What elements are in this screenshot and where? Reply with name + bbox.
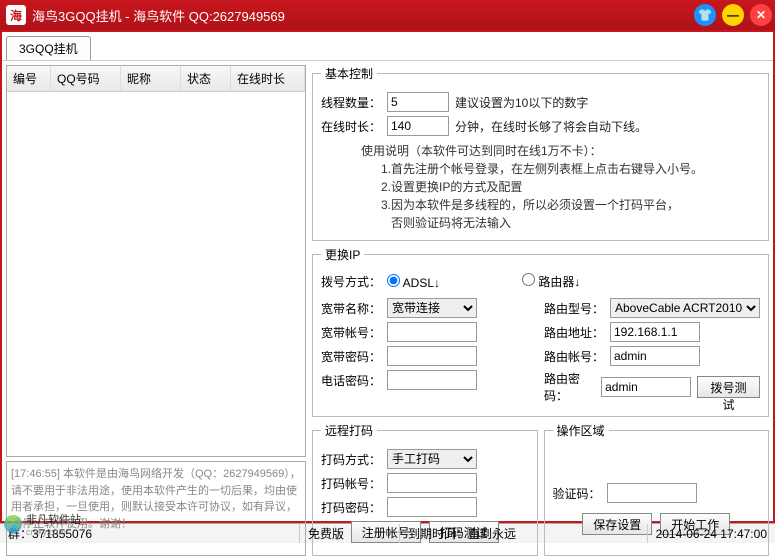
routerpass-input[interactable] xyxy=(601,377,691,397)
tab-3gqq[interactable]: 3GQQ挂机 xyxy=(6,36,91,60)
status-bar: 群：371855076 免费版 到期时间：直到永远 2014-06-24 17:… xyxy=(0,523,775,543)
col-online[interactable]: 在线时长 xyxy=(231,66,305,91)
ip-legend: 更换IP xyxy=(321,246,364,263)
minimize-button[interactable]: — xyxy=(722,4,744,26)
routeruser-label: 路由帐号： xyxy=(544,348,604,365)
thread-label: 线程数量： xyxy=(321,94,381,111)
dama-pass-label: 打码密码： xyxy=(321,499,381,516)
app-logo-icon: 海 xyxy=(6,5,26,25)
routermodel-label: 路由型号： xyxy=(544,300,604,317)
basic-control-group: 基本控制 线程数量： 建议设置为10以下的数字 在线时长： 分钟，在线时长够了将… xyxy=(312,65,769,241)
online-label: 在线时长： xyxy=(321,118,381,135)
instr-title: 使用说明（本软件可达到同时在线1万不卡）： xyxy=(361,142,760,160)
adsl-label: ADSL↓ xyxy=(403,276,440,290)
online-hint: 分钟，在线时长够了将会自动下线。 xyxy=(455,118,647,135)
change-ip-group: 更换IP 拨号方式： ADSL↓ 路由器↓ 宽带名称： 宽带连接 宽带帐号： 宽带… xyxy=(312,246,769,417)
close-button[interactable]: ✕ xyxy=(750,4,772,26)
router-label: 路由器↓ xyxy=(538,275,580,289)
col-index[interactable]: 编号 xyxy=(7,66,51,91)
dama-legend: 远程打码 xyxy=(321,422,377,439)
routeraddr-label: 路由地址： xyxy=(544,324,604,341)
instructions: 使用说明（本软件可达到同时在线1万不卡）： 1.首先注册个帐号登录，在左侧列表框… xyxy=(361,142,760,232)
routermodel-select[interactable]: AboveCable ACRT2010-11 xyxy=(610,298,760,318)
dama-mode-label: 打码方式： xyxy=(321,451,381,468)
bbuser-label: 宽带帐号： xyxy=(321,324,381,341)
adsl-radio[interactable]: ADSL↓ xyxy=(387,274,440,290)
status-edition: 免费版 xyxy=(300,524,400,543)
grid-header: 编号 QQ号码 昵称 状态 在线时长 xyxy=(7,66,305,92)
status-datetime: 2014-06-24 17:47:00 xyxy=(648,524,775,543)
captcha-input[interactable] xyxy=(607,483,697,503)
instr-2: 2.设置更换IP的方式及配置 xyxy=(381,178,760,196)
ops-legend: 操作区域 xyxy=(553,422,609,439)
dial-test-button[interactable]: 拨号测试 xyxy=(697,376,760,398)
instr-3: 3.因为本软件是多线程的，所以必须设置一个打码平台， xyxy=(381,196,760,214)
dial-mode-label: 拨号方式： xyxy=(321,273,381,290)
dama-pass-input[interactable] xyxy=(387,497,477,517)
phone-label: 电话密码： xyxy=(321,372,381,389)
col-qq[interactable]: QQ号码 xyxy=(51,66,121,91)
titlebar: 海 海鸟3GQQ挂机 - 海鸟软件 QQ:2627949569 👕 — ✕ xyxy=(0,0,775,30)
router-radio[interactable]: 路由器↓ xyxy=(522,273,580,290)
skin-button[interactable]: 👕 xyxy=(694,4,716,26)
bbuser-input[interactable] xyxy=(387,322,477,342)
col-nick[interactable]: 昵称 xyxy=(121,66,181,91)
basic-legend: 基本控制 xyxy=(321,65,377,82)
status-expiry: 到期时间：直到永远 xyxy=(400,524,648,543)
tab-bar: 3GQQ挂机 xyxy=(2,32,773,61)
account-grid[interactable]: 编号 QQ号码 昵称 状态 在线时长 xyxy=(6,65,306,457)
dama-user-input[interactable] xyxy=(387,473,477,493)
col-status[interactable]: 状态 xyxy=(181,66,231,91)
connname-select[interactable]: 宽带连接 xyxy=(387,298,477,318)
bbpass-label: 宽带密码： xyxy=(321,348,381,365)
dama-mode-select[interactable]: 手工打码 xyxy=(387,449,477,469)
routeruser-input[interactable] xyxy=(610,346,700,366)
online-input[interactable] xyxy=(387,116,449,136)
phone-input[interactable] xyxy=(387,370,477,390)
window-title: 海鸟3GQQ挂机 - 海鸟软件 QQ:2627949569 xyxy=(32,6,691,25)
connname-label: 宽带名称： xyxy=(321,300,381,317)
captcha-label: 验证码： xyxy=(553,485,601,502)
routeraddr-input[interactable] xyxy=(610,322,700,342)
status-group: 群：371855076 xyxy=(0,524,300,543)
instr-1: 1.首先注册个帐号登录，在左侧列表框上点击右键导入小号。 xyxy=(381,160,760,178)
routerpass-label: 路由密码： xyxy=(544,370,595,404)
thread-hint: 建议设置为10以下的数字 xyxy=(455,94,588,111)
bbpass-input[interactable] xyxy=(387,346,477,366)
instr-4: 否则验证码将无法输入 xyxy=(391,214,760,232)
thread-input[interactable] xyxy=(387,92,449,112)
dama-user-label: 打码帐号： xyxy=(321,475,381,492)
